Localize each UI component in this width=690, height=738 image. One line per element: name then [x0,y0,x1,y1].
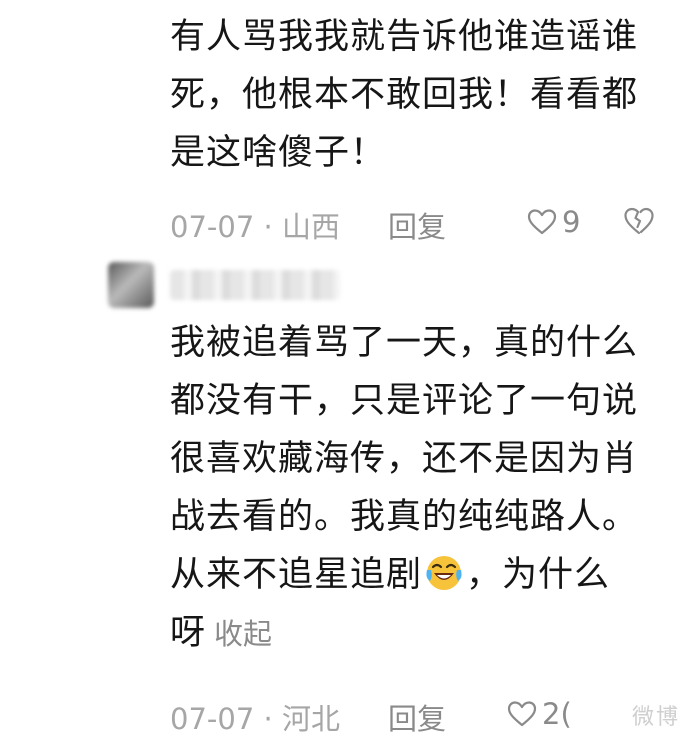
comment-1-meta: 07-07 · 山西 回复 9 [170,200,660,244]
comment-2-reply-button[interactable]: 回复 [388,696,446,738]
comment-2-like-count: 2( [542,697,572,731]
comment-1-like-button[interactable]: 9 [526,202,580,242]
watermark: 微博 [631,705,680,730]
comment-2-date-text: 07-07 [170,702,255,736]
avatar[interactable] [108,262,154,308]
comment-1-like-count: 9 [562,205,581,239]
collapse-link[interactable]: 收起 [214,617,272,651]
comment-1-reply-button[interactable]: 回复 [388,204,446,246]
comment-2-like-button[interactable]: 2( [506,694,572,734]
comment-2-line-6-text: 呀 [170,613,207,653]
separator-dot: · [263,702,282,736]
comment-2-line-4: 战去看的。我真的纯纯路人。 [170,497,639,537]
comment-1-text: 有人骂我我就告诉他谁造谣谁 死，他根本不敢回我！看看都 是这啥傻子！ [170,8,670,182]
comment-2-date: 07-07 · 河北 [170,696,340,738]
comment-1-line-2: 死，他根本不敢回我！看看都 [170,75,639,115]
username[interactable] [170,270,340,300]
laughing-crying-face-icon [424,552,464,592]
comment-1-dislike-button[interactable] [622,204,656,238]
comment-2-line-5-start: 从来不追星追剧 [170,555,423,595]
comment-2-line-6: 呀收起 [170,604,670,663]
separator-dot: · [263,210,282,244]
comment-1-date: 07-07 · 山西 [170,204,340,246]
heart-outline-icon [527,209,557,235]
comment-2-line-5-end: ，为什么 [466,555,611,595]
comment-1-date-text: 07-07 [170,210,255,244]
broken-heart-icon [624,207,654,235]
comment-2-line-3: 很喜欢藏海传，还不是因为肖 [170,439,639,479]
comment-2-location: 河北 [281,702,340,736]
comment-1-line-3: 是这啥傻子！ [170,133,387,173]
comment-1-line-1: 有人骂我我就告诉他谁造谣谁 [170,17,639,57]
comment-2-line-2: 都没有干，只是评论了一句说 [170,381,639,421]
comment-2-line-1: 我被追着骂了一天，真的什么 [170,323,639,363]
comment-2-text: 我被追着骂了一天，真的什么 都没有干，只是评论了一句说 很喜欢藏海传，还不是因为… [170,314,670,663]
comment-2-line-5: 从来不追星追剧 ，为什么 [170,546,670,604]
comment-2-meta: 07-07 · 河北 回复 2( [170,692,660,736]
heart-outline-icon [507,701,537,727]
comment-1-location: 山西 [281,210,340,244]
